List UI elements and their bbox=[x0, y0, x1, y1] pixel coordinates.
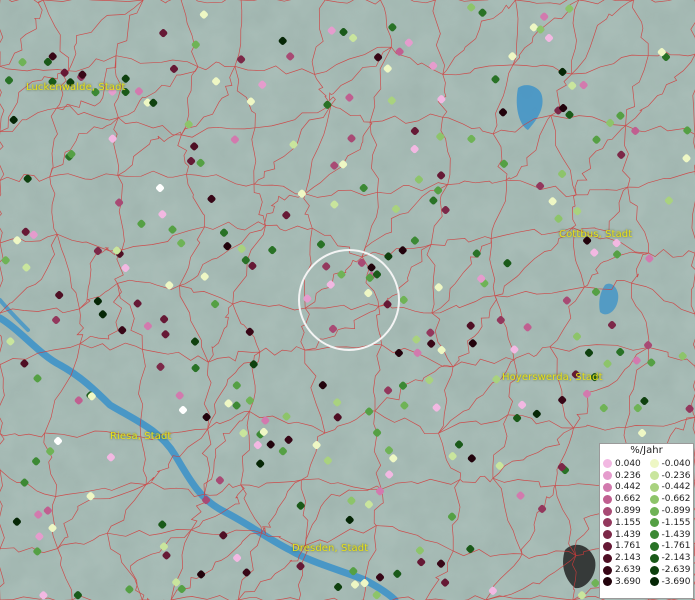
city-label-dresden: Dresden, Stadt bbox=[292, 543, 369, 554]
legend-entry-pos: 0.899 bbox=[600, 506, 647, 516]
legend-entry-pos: 1.761 bbox=[600, 541, 647, 551]
legend-row: 0.662 -0.662 bbox=[600, 493, 693, 505]
legend-value-pos: 0.899 bbox=[615, 506, 641, 517]
legend-entry-neg: -1.155 bbox=[647, 518, 694, 528]
legend-row: 3.690 -3.690 bbox=[600, 576, 693, 588]
legend-swatch-pos bbox=[603, 530, 612, 540]
legend-value-neg: -0.899 bbox=[661, 506, 691, 517]
legend-entry-neg: -2.639 bbox=[647, 565, 694, 575]
legend-row: 0.040 -0.040 bbox=[600, 458, 693, 470]
legend-row: 0.236 -0.236 bbox=[600, 470, 693, 482]
legend-value-pos: 2.639 bbox=[615, 565, 641, 576]
legend-value-pos: 0.442 bbox=[615, 482, 641, 493]
legend-swatch-pos bbox=[603, 471, 612, 481]
legend-row: 1.155 -1.155 bbox=[600, 517, 693, 529]
legend-value-pos: 1.761 bbox=[615, 541, 641, 552]
legend-swatch-neg bbox=[649, 541, 659, 551]
legend-row: 1.439 -1.439 bbox=[600, 529, 693, 541]
legend-entry-pos: 2.639 bbox=[600, 565, 647, 575]
legend-value-pos: 0.040 bbox=[615, 458, 641, 469]
legend-value-neg: -1.439 bbox=[661, 529, 691, 540]
legend-value-pos: 3.690 bbox=[615, 576, 641, 587]
legend-row: 0.899 -0.899 bbox=[600, 505, 693, 517]
legend-swatch-neg bbox=[649, 577, 659, 587]
legend-value-pos: 2.143 bbox=[615, 553, 641, 564]
map-view[interactable]: Luckenwalde, Stadt Cottbus, Stadt Hoyers… bbox=[0, 0, 695, 600]
legend-entry-neg: -0.442 bbox=[647, 482, 694, 492]
legend-swatch-neg bbox=[649, 565, 659, 575]
legend-entry-pos: 0.442 bbox=[600, 482, 647, 492]
legend-swatch-neg bbox=[649, 518, 659, 528]
legend-value-neg: -1.155 bbox=[661, 517, 691, 528]
legend-swatch-pos bbox=[603, 459, 612, 469]
legend-swatch-neg bbox=[649, 494, 659, 504]
legend-swatch-pos bbox=[603, 553, 612, 563]
legend-value-neg: -2.639 bbox=[661, 565, 691, 576]
legend-entry-neg: -1.761 bbox=[647, 541, 694, 551]
legend-value-neg: -2.143 bbox=[661, 553, 691, 564]
legend-row: 2.143 -2.143 bbox=[600, 552, 693, 564]
legend-row: 1.761 -1.761 bbox=[600, 541, 693, 553]
city-label-riesa: Riesa, Stadt bbox=[110, 431, 172, 442]
legend-swatch-pos bbox=[603, 577, 612, 587]
legend-entry-neg: -2.143 bbox=[647, 553, 694, 563]
legend-swatch-pos bbox=[603, 482, 612, 492]
legend-entry-pos: 2.143 bbox=[600, 553, 647, 563]
legend-entry-neg: -0.899 bbox=[647, 506, 694, 516]
legend-value-pos: 0.236 bbox=[615, 470, 641, 481]
legend-swatch-neg bbox=[649, 471, 659, 481]
legend-value-neg: -3.690 bbox=[661, 576, 691, 587]
legend-value-neg: -0.442 bbox=[661, 482, 691, 493]
legend-value-neg: -1.761 bbox=[661, 541, 691, 552]
legend-swatch-pos bbox=[603, 565, 612, 575]
legend-row: 2.639 -2.639 bbox=[600, 564, 693, 576]
legend-title: %/Jahr bbox=[630, 445, 663, 456]
legend-entry-neg: -0.662 bbox=[647, 494, 694, 504]
legend-row: 0.442 -0.442 bbox=[600, 482, 693, 494]
legend-swatch-pos bbox=[603, 518, 612, 528]
legend-swatch-neg bbox=[649, 459, 659, 469]
legend-value-pos: 1.439 bbox=[615, 529, 641, 540]
legend-value-pos: 0.662 bbox=[615, 494, 641, 505]
map-legend: %/Jahr 0.040 -0.040 0.236 -0.236 0.442 -0.442… bbox=[599, 443, 694, 599]
legend-value-neg: -0.236 bbox=[661, 470, 691, 481]
legend-entry-neg: -1.439 bbox=[647, 530, 694, 540]
legend-swatch-neg bbox=[649, 482, 659, 492]
legend-value-pos: 1.155 bbox=[615, 517, 641, 528]
legend-swatch-neg bbox=[649, 553, 659, 563]
legend-entry-neg: -0.040 bbox=[647, 459, 694, 469]
legend-swatch-neg bbox=[649, 506, 659, 516]
legend-entry-neg: -0.236 bbox=[647, 471, 694, 481]
legend-swatch-pos bbox=[603, 506, 612, 516]
legend-swatch-neg bbox=[649, 530, 659, 540]
legend-entry-pos: 1.155 bbox=[600, 518, 647, 528]
legend-swatch-pos bbox=[603, 494, 612, 504]
city-label-cottbus: Cottbus, Stadt bbox=[559, 229, 633, 240]
legend-entry-pos: 1.439 bbox=[600, 530, 647, 540]
legend-entry-pos: 0.662 bbox=[600, 494, 647, 504]
legend-entry-pos: 0.236 bbox=[600, 471, 647, 481]
legend-entry-neg: -3.690 bbox=[647, 577, 694, 587]
legend-entry-pos: 3.690 bbox=[600, 577, 647, 587]
legend-value-neg: -0.040 bbox=[661, 458, 691, 469]
legend-entry-pos: 0.040 bbox=[600, 459, 647, 469]
city-label-luckenwalde: Luckenwalde, Stadt bbox=[26, 82, 126, 93]
city-label-hoyerswerda: Hoyerswerda, Stadt bbox=[502, 372, 603, 383]
legend-value-neg: -0.662 bbox=[661, 494, 691, 505]
legend-swatch-pos bbox=[603, 541, 612, 551]
